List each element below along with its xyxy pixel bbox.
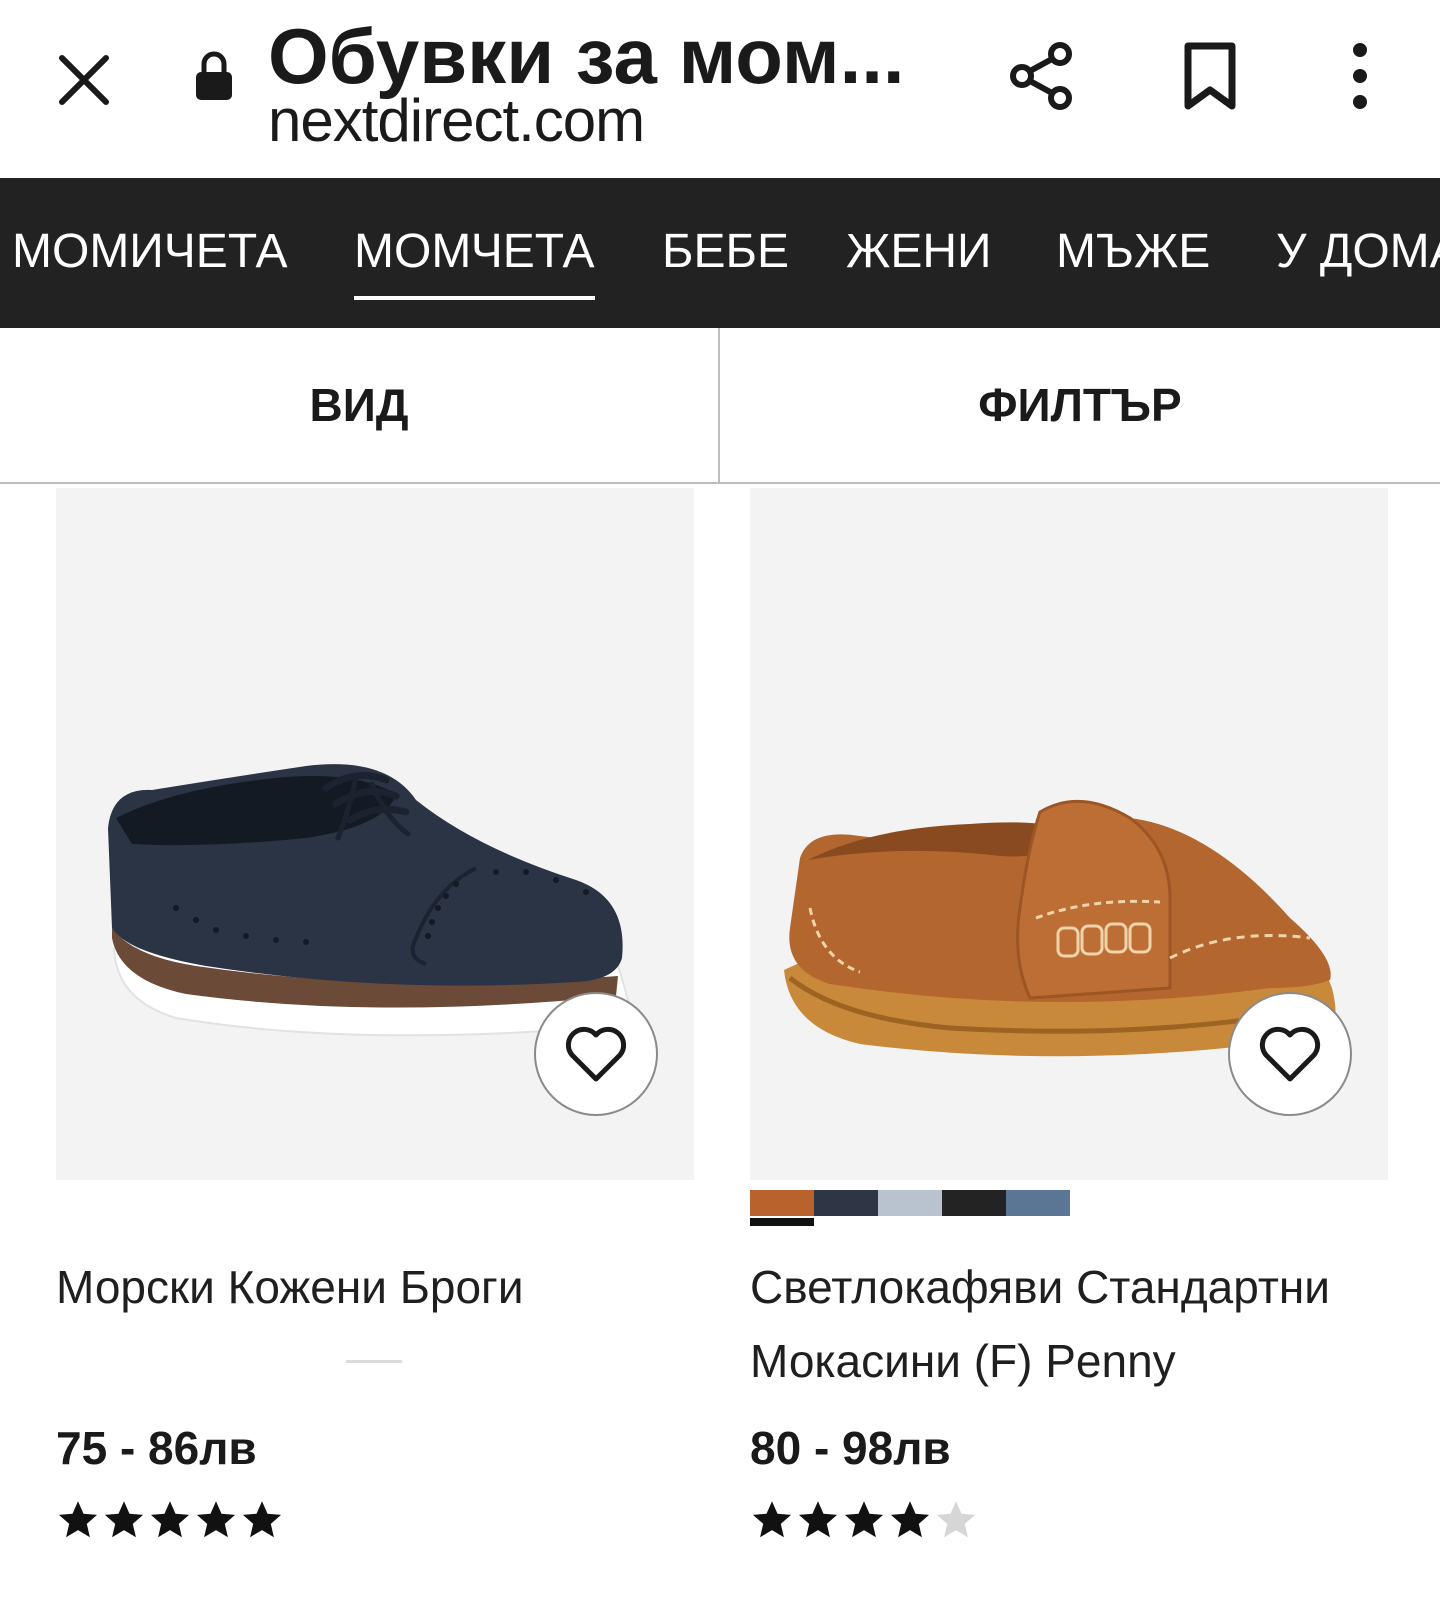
product-image[interactable] <box>750 488 1388 1180</box>
lock-icon <box>196 51 232 100</box>
star-filled-icon <box>798 1501 838 1538</box>
color-swatch-light-grey[interactable] <box>878 1190 942 1216</box>
bookmark-icon[interactable] <box>1180 40 1240 112</box>
more-vert-icon[interactable] <box>1338 40 1382 112</box>
share-icon[interactable] <box>1006 40 1078 112</box>
star-filled-icon <box>844 1501 884 1538</box>
color-swatch-tan[interactable] <box>750 1190 814 1226</box>
star-filled-icon <box>890 1501 930 1538</box>
rating-stars <box>750 1498 978 1542</box>
product-name[interactable]: Светлокафяви Стандартни Мокасини (F) Pen… <box>750 1250 1390 1398</box>
product-price: 75 - 86лв <box>56 1422 257 1474</box>
filter-button[interactable]: ФИЛТЪР <box>720 328 1440 482</box>
product-card: Морски Кожени Броги 75 - 86лв <box>56 488 694 1538</box>
star-empty-icon <box>936 1501 976 1538</box>
tab-women[interactable]: ЖЕНИ <box>846 220 992 284</box>
page-url: nextdirect.com <box>268 87 645 154</box>
view-filter-bar: ВИД ФИЛТЪР <box>0 328 1440 484</box>
color-swatches <box>750 1190 1070 1226</box>
color-swatch-black[interactable] <box>942 1190 1006 1216</box>
product-price: 80 - 98лв <box>750 1422 951 1474</box>
product-name[interactable]: Морски Кожени Броги <box>56 1250 696 1324</box>
star-filled-icon <box>752 1501 792 1538</box>
category-nav: МОМИЧЕТА МОМЧЕТА БЕБЕ ЖЕНИ МЪЖЕ У ДОМА <box>0 178 1440 328</box>
view-button[interactable]: ВИД <box>0 328 718 482</box>
color-swatch-navy[interactable] <box>814 1190 878 1216</box>
swatch-placeholder <box>346 1360 402 1363</box>
heart-icon <box>565 1026 627 1082</box>
color-swatch-blue[interactable] <box>1006 1190 1070 1216</box>
browser-toolbar: Обувки за мом... nextdirect.com <box>0 0 1440 178</box>
tab-men[interactable]: МЪЖЕ <box>1056 220 1210 284</box>
tab-baby[interactable]: БЕБЕ <box>662 220 789 284</box>
product-image[interactable] <box>56 488 694 1180</box>
wishlist-button[interactable] <box>1228 992 1352 1116</box>
star-filled-icon <box>242 1501 282 1538</box>
rating-stars <box>56 1498 284 1542</box>
product-card: Светлокафяви Стандартни Мокасини (F) Pen… <box>750 488 1388 1538</box>
heart-icon <box>1259 1026 1321 1082</box>
star-filled-icon <box>104 1501 144 1538</box>
tab-boys[interactable]: МОМЧЕТА <box>354 220 595 300</box>
close-icon[interactable] <box>52 48 116 112</box>
star-filled-icon <box>58 1501 98 1538</box>
tab-home[interactable]: У ДОМА <box>1276 220 1440 284</box>
star-filled-icon <box>196 1501 236 1538</box>
tab-girls[interactable]: МОМИЧЕТА <box>12 220 288 284</box>
wishlist-button[interactable] <box>534 992 658 1116</box>
star-filled-icon <box>150 1501 190 1538</box>
